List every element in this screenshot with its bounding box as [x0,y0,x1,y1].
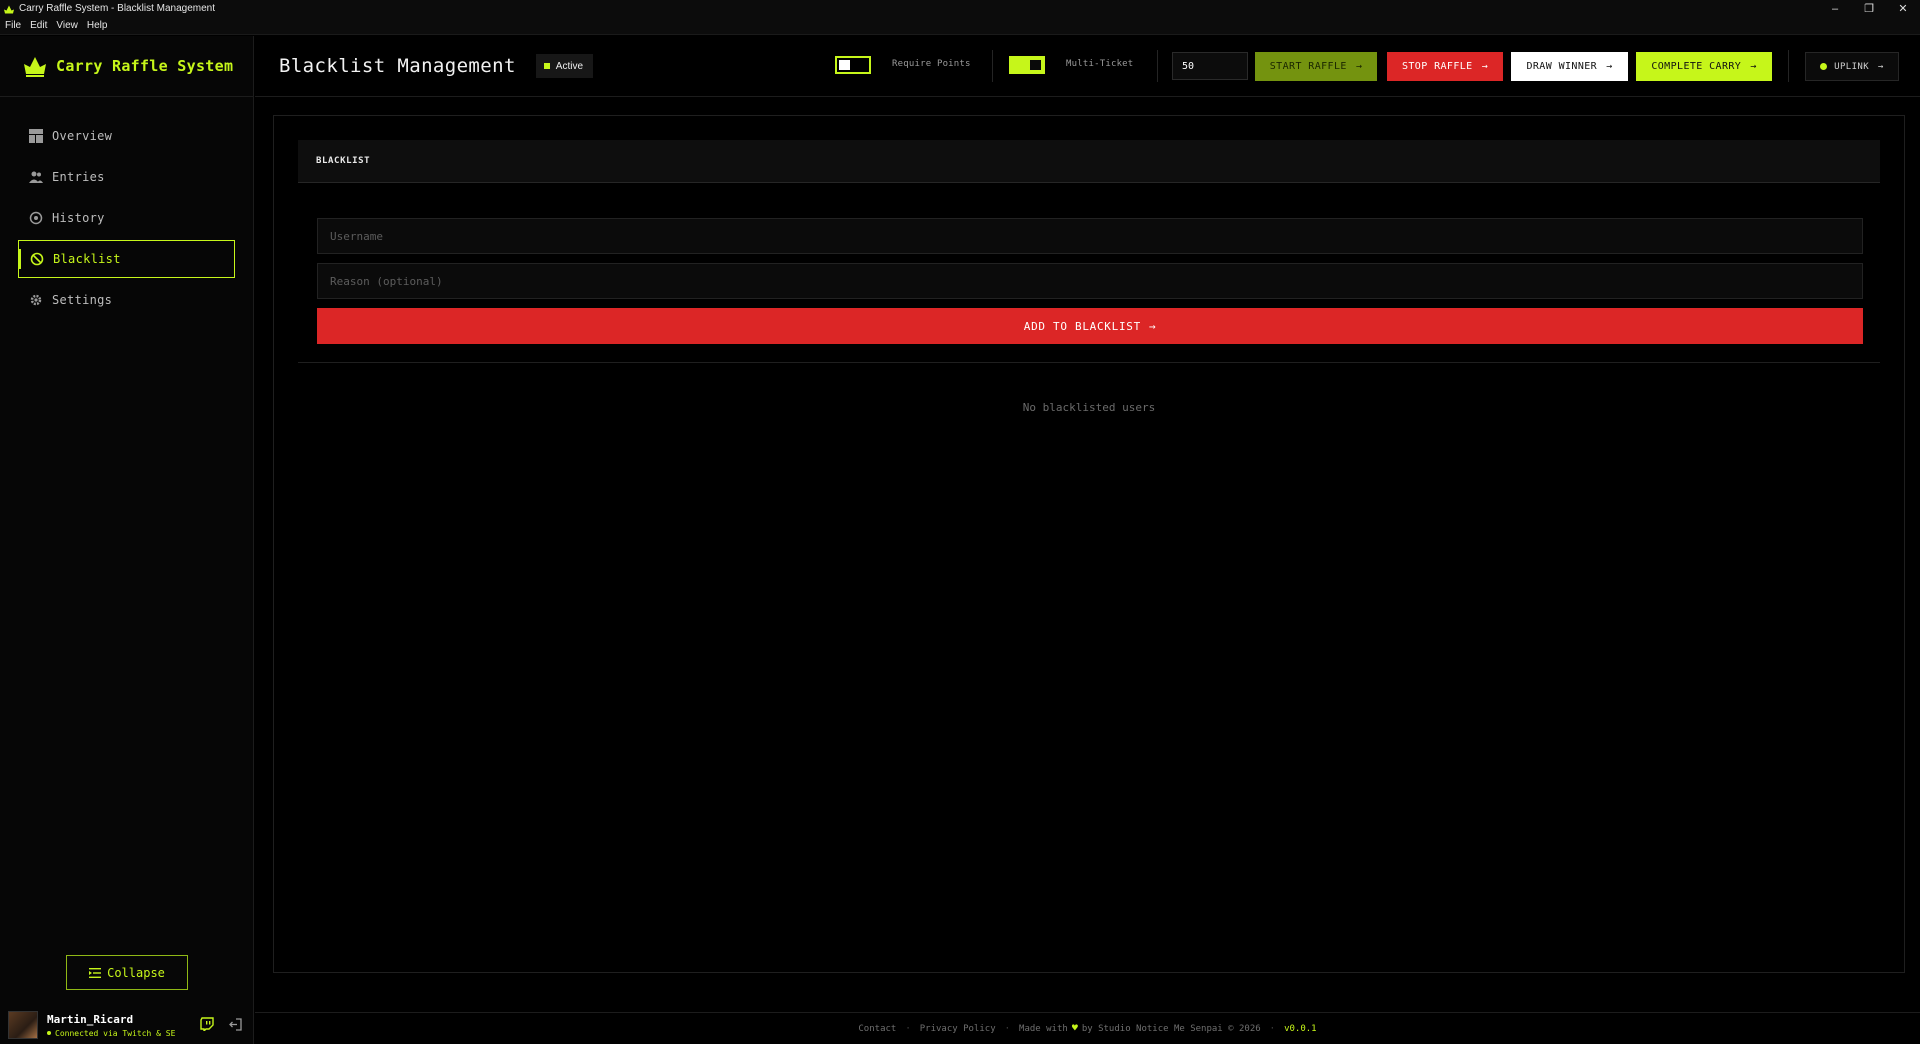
add-to-blacklist-label: ADD TO BLACKLIST [1023,319,1141,333]
sidebar-item-label: Blacklist [53,252,121,266]
menu-view[interactable]: View [51,20,82,31]
logout-icon[interactable] [229,1018,242,1031]
collapse-icon [89,967,102,979]
menu-help[interactable]: Help [82,20,112,31]
status-indicator [543,63,550,69]
sidebar-item-label: Settings [52,293,113,307]
menu-file[interactable]: File [0,20,25,31]
status-dot [47,1031,51,1035]
footer: Contact · Privacy Policy · Made with ♥ b… [255,1012,1920,1044]
blacklist-heading: BLACKLIST [298,140,1880,183]
brand-name: Carry Raffle System [56,57,234,75]
sidebar-item-history[interactable]: History [18,199,235,237]
heart-icon: ♥ [1071,1023,1078,1034]
minimize-button[interactable]: – [1818,0,1852,17]
sidebar-item-overview[interactable]: Overview [18,117,235,155]
sidebar-item-label: History [52,211,105,225]
footer-separator: · [1269,1023,1276,1034]
multi-ticket-label: Multi-Ticket [1066,59,1134,69]
made-with-text: Made with [1019,1023,1068,1034]
ticket-amount-input[interactable] [1172,52,1248,80]
avatar[interactable] [8,1011,38,1039]
maximize-button[interactable]: ❐ [1852,0,1886,17]
dashboard-icon [29,129,43,143]
toggle-knob [839,60,850,70]
require-points-toggle[interactable] [835,56,871,74]
history-icon [29,211,43,225]
footer-separator: · [1004,1023,1011,1034]
complete-carry-label: COMPLETE CARRY [1651,61,1742,72]
start-raffle-button[interactable]: START RAFFLE → [1255,52,1377,81]
connection-status-text: Connected via Twitch & SE [55,1028,176,1038]
arrow-right-icon: → [1148,319,1157,333]
crown-icon [23,55,47,77]
sidebar-item-entries[interactable]: Entries [18,158,235,196]
divider [298,362,1880,363]
contact-link[interactable]: Contact [858,1024,896,1034]
close-button[interactable]: ✕ [1886,0,1920,17]
sidebar-item-blacklist[interactable]: Blacklist [18,240,235,278]
header-divider [1788,50,1789,82]
arrow-right-icon: → [1481,61,1489,72]
sidebar-item-label: Entries [52,170,105,184]
gear-icon [29,293,43,307]
blacklist-panel: BLACKLIST ADD TO BLACKLIST → No blacklis… [273,115,1905,973]
user-meta: Martin_Ricard Connected via Twitch & SE [47,1013,175,1038]
user-panel: Martin_Ricard Connected via Twitch & SE [0,1006,254,1044]
collapse-label: Collapse [107,965,165,980]
page-title: Blacklist Management [279,55,516,77]
sidebar-item-label: Overview [52,129,113,143]
privacy-policy-link[interactable]: Privacy Policy [920,1024,996,1034]
status-badge: Active [535,54,594,78]
toggle-knob [1030,60,1041,70]
draw-winner-label: DRAW WINNER [1526,61,1598,72]
app-icon [3,3,15,15]
window-title-bar: Carry Raffle System - Blacklist Manageme… [0,0,1920,17]
window-title: Carry Raffle System - Blacklist Manageme… [19,3,215,14]
brand[interactable]: Carry Raffle System [0,36,253,97]
username: Martin_Ricard [47,1012,134,1026]
status-badge-label: Active [555,60,584,72]
version-label: v0.0.1 [1284,1023,1317,1034]
arrow-right-icon: → [1355,61,1363,72]
multi-ticket-toggle[interactable] [1009,56,1045,74]
users-icon [29,170,43,184]
menu-bar: File Edit View Help [0,17,1920,35]
uplink-status-dot [1820,63,1828,70]
arrow-right-icon: → [1606,61,1613,72]
sidebar-nav: Overview Entries History Blacklist Setti… [0,97,253,319]
arrow-right-icon: → [1750,61,1757,72]
start-raffle-label: START RAFFLE [1269,61,1347,72]
require-points-label: Require Points [892,59,971,69]
draw-winner-button[interactable]: DRAW WINNER → [1511,52,1628,81]
add-to-blacklist-button[interactable]: ADD TO BLACKLIST → [317,308,1863,344]
arrow-right-icon: → [1878,61,1884,72]
footer-separator: · [905,1023,911,1034]
sidebar: Carry Raffle System Overview Entries His… [0,36,254,1044]
stop-raffle-label: STOP RAFFLE [1401,61,1473,72]
uplink-button[interactable]: UPLINK → [1805,52,1899,81]
twitch-icon[interactable] [200,1017,214,1031]
sidebar-item-settings[interactable]: Settings [18,281,235,319]
empty-state-message: No blacklisted users [1022,401,1156,414]
collapse-button[interactable]: Collapse [66,955,188,990]
stop-raffle-button[interactable]: STOP RAFFLE → [1387,52,1503,81]
header-divider [1157,50,1158,82]
reason-input[interactable] [317,263,1863,299]
page-header: Blacklist Management Active Require Poin… [255,36,1920,97]
uplink-label: UPLINK [1834,61,1870,72]
window-controls: – ❐ ✕ [1818,0,1920,17]
header-divider [992,50,993,82]
connection-status: Connected via Twitch & SE [47,1029,175,1038]
ban-icon [30,252,44,266]
studio-credit-link[interactable]: by Studio Notice Me Senpai © 2026 [1082,1024,1261,1034]
username-input[interactable] [317,218,1863,254]
complete-carry-button[interactable]: COMPLETE CARRY → [1636,52,1772,81]
menu-edit[interactable]: Edit [25,20,51,31]
